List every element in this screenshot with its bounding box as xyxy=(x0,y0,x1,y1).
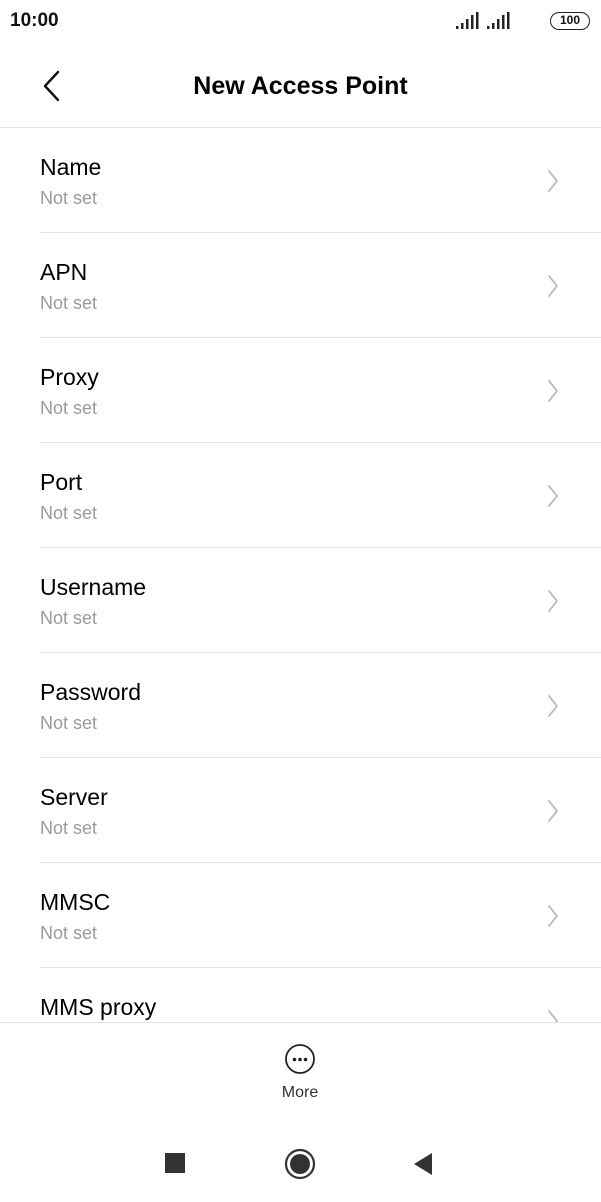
system-nav-bar xyxy=(0,1122,601,1202)
back-triangle-icon[interactable] xyxy=(412,1152,434,1176)
item-value: Not set xyxy=(40,293,98,313)
signal-icon xyxy=(487,12,510,29)
chevron-right-icon xyxy=(548,380,558,402)
item-label: MMS proxy xyxy=(40,994,157,1020)
item-value: Not set xyxy=(40,188,98,208)
item-value: Not set xyxy=(40,713,98,733)
item-label: Username xyxy=(40,574,147,600)
chevron-right-icon xyxy=(548,800,558,822)
more-label: More xyxy=(281,1084,319,1101)
status-bar: 10:00 100 xyxy=(0,0,601,44)
item-value: Not set xyxy=(40,923,98,943)
item-label: MMSC xyxy=(40,889,111,915)
list-item-mmsc[interactable]: MMSC Not set xyxy=(0,863,601,968)
list-item-server[interactable]: Server Not set xyxy=(0,758,601,863)
status-time: 10:00 xyxy=(10,10,59,31)
signal-icon xyxy=(456,12,479,29)
chevron-right-icon xyxy=(548,905,558,927)
chevron-right-icon xyxy=(548,695,558,717)
chevron-right-icon xyxy=(548,485,558,507)
item-value: Not set xyxy=(40,818,98,838)
item-value: Not set xyxy=(40,608,98,628)
list-item-port[interactable]: Port Not set xyxy=(0,443,601,548)
item-label: Password xyxy=(40,679,141,705)
chevron-right-icon xyxy=(548,1010,558,1022)
item-value: Not set xyxy=(40,398,98,418)
item-label: Proxy xyxy=(40,364,99,390)
item-value: Not set xyxy=(40,503,98,523)
list-item-proxy[interactable]: Proxy Not set xyxy=(0,338,601,443)
item-label: Port xyxy=(40,469,83,495)
list-item-name[interactable]: Name Not set xyxy=(0,128,601,233)
item-label: Server xyxy=(40,784,108,810)
more-button[interactable]: More xyxy=(260,1043,340,1113)
list-item-apn[interactable]: APN Not set xyxy=(0,233,601,338)
home-circle-icon[interactable] xyxy=(284,1148,316,1180)
bottom-action-bar: More xyxy=(0,1022,601,1122)
more-dots-icon xyxy=(285,1044,315,1074)
chevron-right-icon xyxy=(548,170,558,192)
apn-settings-list: Name Not set APN Not set Proxy Not set P… xyxy=(0,128,601,1022)
chevron-right-icon xyxy=(548,590,558,612)
item-label: Name xyxy=(40,154,102,180)
list-item-mms-proxy[interactable]: MMS proxy xyxy=(0,968,601,1022)
page-title: New Access Point xyxy=(193,72,408,100)
battery-icon: 100 xyxy=(550,12,590,30)
list-item-password[interactable]: Password Not set xyxy=(0,653,601,758)
chevron-right-icon xyxy=(548,275,558,297)
list-item-username[interactable]: Username Not set xyxy=(0,548,601,653)
app-bar: New Access Point xyxy=(0,46,601,128)
recents-square-icon[interactable] xyxy=(164,1152,186,1174)
item-label: APN xyxy=(40,259,88,285)
